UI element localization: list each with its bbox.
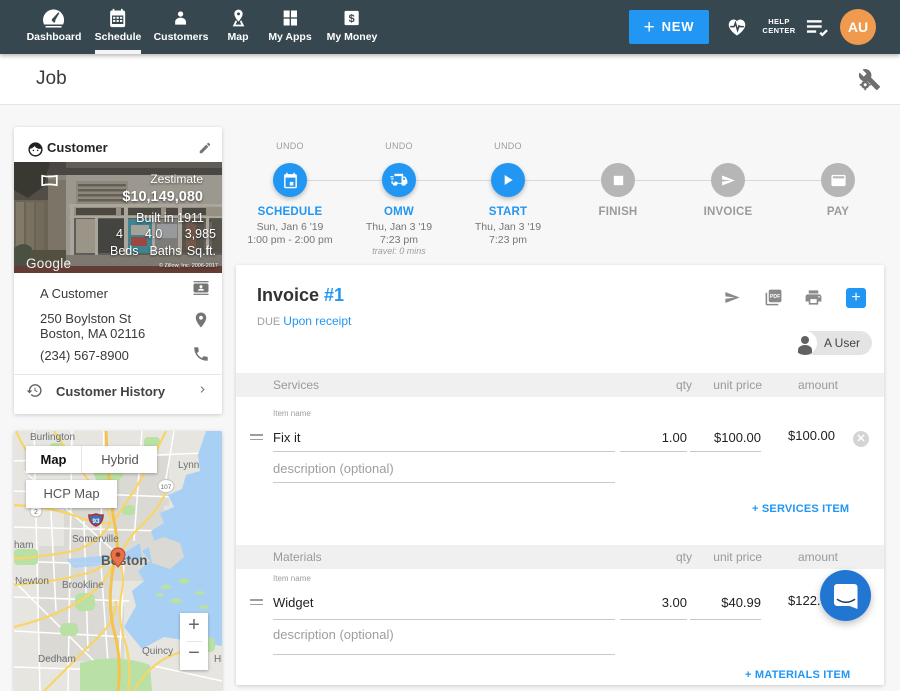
svg-text:Newton: Newton [15, 576, 49, 587]
svg-text:93: 93 [92, 518, 100, 525]
svg-text:PDF: PDF [770, 294, 780, 300]
svg-text:ham: ham [14, 540, 33, 551]
svg-text:Quincy: Quincy [142, 646, 173, 657]
svg-text:Dedham: Dedham [38, 654, 76, 665]
svg-text:Lynn: Lynn [178, 460, 199, 471]
svg-text:$: $ [349, 13, 355, 25]
svg-text:2: 2 [34, 509, 38, 516]
svg-text:Somerville: Somerville [72, 534, 119, 545]
svg-text:Brookline: Brookline [62, 580, 104, 591]
svg-text:Burlington: Burlington [30, 432, 75, 443]
svg-text:Hi: Hi [214, 654, 222, 665]
svg-text:107: 107 [161, 484, 172, 491]
